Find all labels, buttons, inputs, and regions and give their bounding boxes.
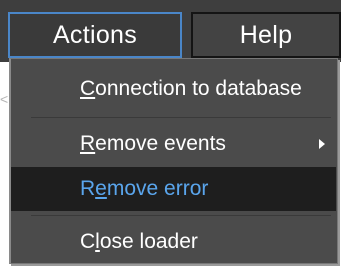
menu-item-label: Close loader [80, 230, 198, 253]
chevron-right-icon [319, 139, 325, 149]
menu-actions[interactable]: Actions [8, 12, 182, 58]
menu-item-label: Connection to database [80, 77, 302, 100]
app-window: Actions Help < Connection to database Re… [0, 0, 341, 269]
menu-bar: Actions Help [0, 0, 341, 62]
menu-item-label: Remove error [80, 177, 209, 200]
menu-item-connection-to-database[interactable]: Connection to database [11, 67, 336, 111]
menu-separator [31, 117, 331, 118]
menu-item-close-loader[interactable]: Close loader [11, 220, 336, 264]
menu-separator [31, 215, 331, 216]
menu-help[interactable]: Help [191, 12, 341, 58]
menu-item-label: Remove events [80, 132, 226, 155]
menu-item-remove-error[interactable]: Remove error [11, 167, 336, 211]
left-edge-glyph: < [0, 91, 9, 107]
actions-dropdown-menu: Connection to database Remove events Rem… [9, 58, 338, 264]
menu-item-remove-events[interactable]: Remove events [11, 122, 336, 166]
